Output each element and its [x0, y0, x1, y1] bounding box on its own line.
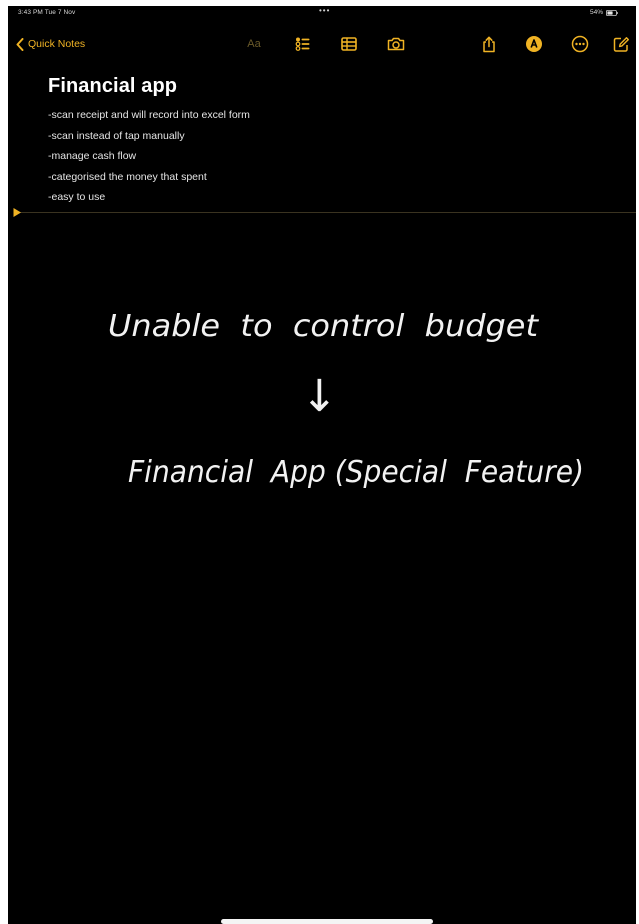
handwriting-line-2: Financial App (Special Feature): [128, 455, 584, 490]
handwriting-arrow: ↓: [301, 371, 338, 422]
home-indicator[interactable]: [221, 919, 433, 924]
handwriting-line-1: Unable to control budget: [108, 309, 539, 344]
notes-screen: 3:43 PM Tue 7 Nov ••• 54% Quick Notes Aa: [8, 6, 636, 924]
drawing-canvas[interactable]: Unable to control budget ↓ Financial App…: [8, 6, 636, 924]
